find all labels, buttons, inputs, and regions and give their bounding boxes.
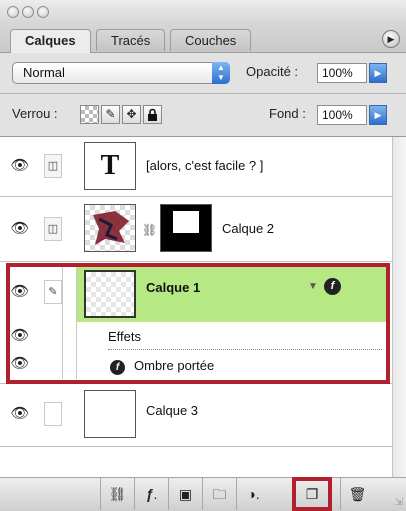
- opacity-field[interactable]: 100%: [317, 63, 367, 83]
- lock-row: Verrou : ✎ ✥ Fond : 100% ▶: [0, 94, 406, 137]
- new-group-icon[interactable]: 🗀: [202, 478, 236, 510]
- layer-name[interactable]: Calque 2: [222, 221, 274, 236]
- trash-icon[interactable]: 🗑: [340, 478, 374, 510]
- lock-transparency-icon[interactable]: [80, 105, 99, 124]
- fill-label: Fond :: [269, 106, 306, 121]
- adjustment-layer-icon[interactable]: ◑.: [236, 478, 270, 510]
- layer-row-calque-2[interactable]: 👁 ◫ ⛓ Calque 2: [0, 197, 392, 262]
- layer-thumbnail: [84, 390, 136, 438]
- panel-tabs: Calques Tracés Couches ▶: [0, 24, 406, 53]
- zoom-dot[interactable]: [37, 6, 49, 18]
- tab-traces[interactable]: Tracés: [96, 29, 166, 51]
- mask-chain-icon[interactable]: ⛓: [142, 223, 157, 237]
- eye-icon[interactable]: 👁: [8, 217, 32, 241]
- updown-arrows-icon: ▲ ▼: [212, 62, 230, 84]
- blend-mode-select[interactable]: Normal ▲ ▼: [12, 62, 230, 84]
- layer-row-calque-3[interactable]: 👁 Calque 3: [0, 384, 392, 447]
- layer-link-icon[interactable]: [44, 402, 62, 426]
- layer-link-icon[interactable]: ◫: [44, 154, 62, 178]
- link-layers-icon[interactable]: ⛓: [100, 478, 134, 510]
- fx-icon[interactable]: f: [324, 278, 341, 295]
- layer-thumbnail: [84, 270, 136, 318]
- resize-grip-icon[interactable]: ⇲: [395, 497, 403, 508]
- new-layer-icon[interactable]: ❐: [292, 477, 332, 511]
- layer-name[interactable]: Calque 1: [146, 280, 200, 295]
- text-layer-thumbnail: T: [84, 142, 136, 190]
- blend-mode-value: Normal: [23, 65, 65, 80]
- fill-field[interactable]: 100%: [317, 105, 367, 125]
- brush-icon: ✎: [44, 280, 62, 304]
- lock-all-icon[interactable]: [143, 105, 162, 124]
- minimize-dot[interactable]: [22, 6, 34, 18]
- lock-paint-icon[interactable]: ✎: [101, 105, 120, 124]
- layers-bottom-toolbar: ⛓ ƒ. ▣ 🗀 ◑. ❐ 🗑 ⇲: [0, 477, 406, 511]
- lock-label: Verrou :: [12, 106, 58, 121]
- expand-triangle-icon[interactable]: ▼: [308, 281, 318, 292]
- effect-drop-shadow[interactable]: Ombre portée: [134, 358, 214, 373]
- window-titlebar: [0, 0, 406, 24]
- panel-menu-arrow-icon[interactable]: ▶: [382, 30, 400, 48]
- eye-icon[interactable]: 👁: [8, 280, 32, 304]
- effect-eye-icon[interactable]: 👁: [8, 352, 32, 376]
- effects-label: Effets: [108, 329, 142, 344]
- opacity-slider-arrow-icon[interactable]: ▶: [369, 63, 387, 83]
- layer-thumbnail: [84, 204, 136, 252]
- lock-move-icon[interactable]: ✥: [122, 105, 141, 124]
- effects-eye-icon[interactable]: 👁: [8, 324, 32, 348]
- eye-icon[interactable]: 👁: [8, 402, 32, 426]
- layer-row-text[interactable]: 👁 ◫ T [alors, c'est facile ? ]: [0, 137, 392, 197]
- blend-row: Normal ▲ ▼ Opacité : 100% ▶: [0, 53, 406, 94]
- layer-link-icon[interactable]: ◫: [44, 217, 62, 241]
- eye-icon[interactable]: 👁: [8, 154, 32, 178]
- layer-mask-thumbnail: [160, 204, 212, 252]
- close-dot[interactable]: [7, 6, 19, 18]
- opacity-label: Opacité :: [246, 64, 299, 79]
- layer-row-calque-1[interactable]: 👁 ✎ Calque 1 ▼ f 👁 Effets 👁 f Ombre port…: [0, 262, 392, 384]
- layer-name[interactable]: Calque 3: [146, 403, 198, 418]
- tab-calques[interactable]: Calques: [10, 29, 91, 53]
- layer-mask-icon[interactable]: ▣: [168, 478, 202, 510]
- fill-slider-arrow-icon[interactable]: ▶: [369, 105, 387, 125]
- layers-list: 👁 ◫ T [alors, c'est facile ? ] 👁 ◫ ⛓ Cal…: [0, 137, 406, 477]
- layer-name[interactable]: [alors, c'est facile ? ]: [146, 158, 263, 173]
- fx-icon: f: [110, 360, 125, 375]
- layer-style-icon[interactable]: ƒ.: [134, 478, 168, 510]
- layers-scrollbar[interactable]: [392, 137, 406, 477]
- tab-couches[interactable]: Couches: [170, 29, 252, 51]
